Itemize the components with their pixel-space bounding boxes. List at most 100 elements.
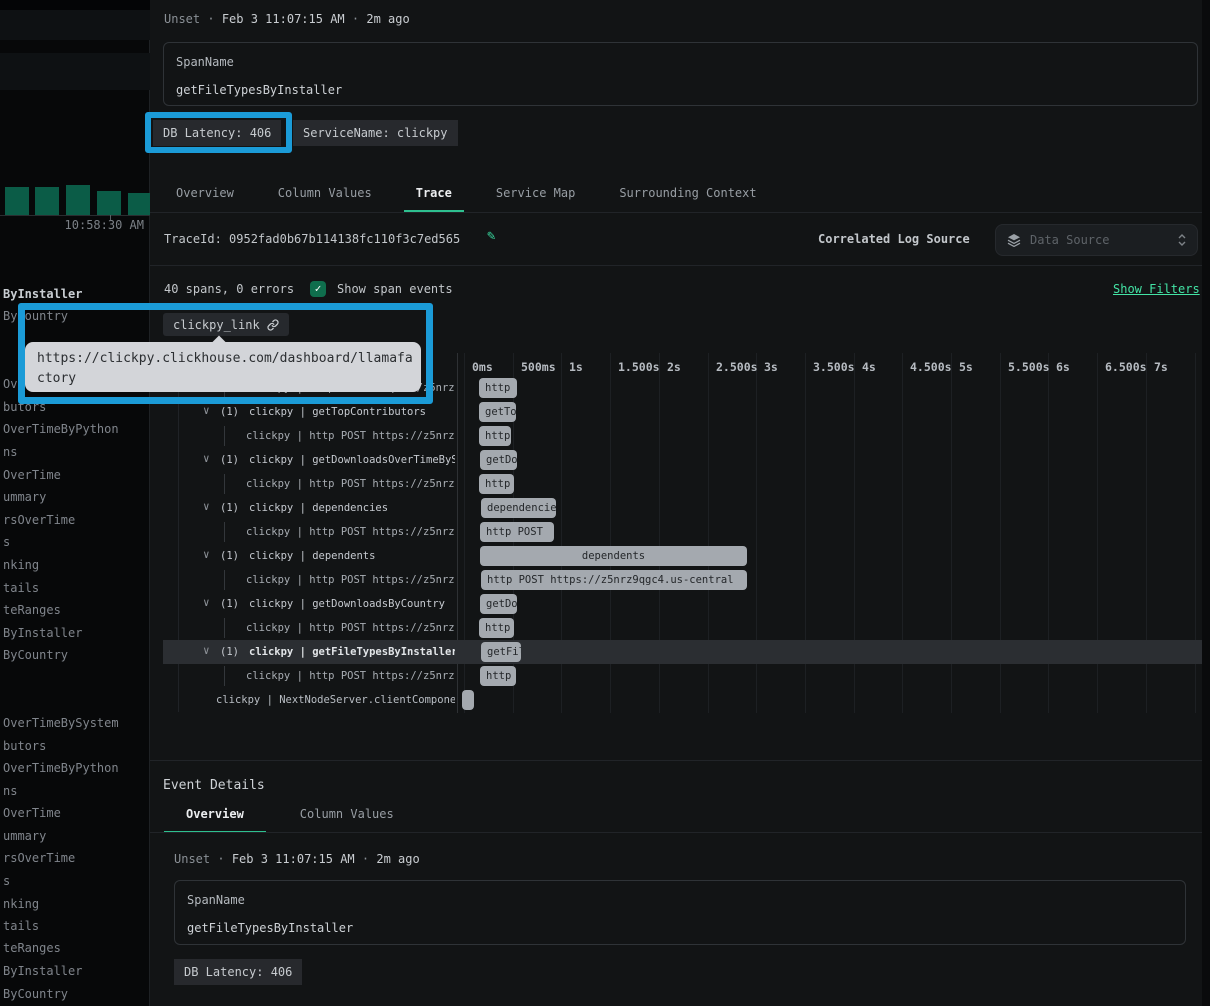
span-row[interactable]: clickpy | NextNodeServer.clientCompone: [150, 688, 1202, 712]
span-label[interactable]: clickpy | http POST https://z5nrz9qgc4.u…: [246, 664, 455, 688]
event-time: Feb 3 11:07:15 AM: [222, 12, 345, 26]
service-name-badge[interactable]: ServiceName: clickpy: [293, 120, 458, 146]
sidebar-item[interactable]: teRanges: [3, 603, 61, 617]
span-label[interactable]: clickpy | dependencies: [249, 496, 455, 520]
span-row[interactable]: clickpy | http POST https://z5nrz9qgc4.u…: [150, 568, 1202, 592]
clickpy-link-chip[interactable]: clickpy_link: [163, 313, 289, 336]
span-label[interactable]: clickpy | getTopContributors: [249, 400, 455, 424]
chevron-down-icon[interactable]: ∨: [203, 548, 210, 561]
span-duration-bar[interactable]: dependencies: [481, 498, 556, 518]
span-label[interactable]: clickpy | dependents: [249, 544, 455, 568]
sidebar-item[interactable]: ByInstaller: [3, 626, 82, 640]
db-latency-badge[interactable]: DB Latency: 406: [153, 120, 281, 146]
span-row[interactable]: clickpy | http POST https://z5nrz9qgc4.u…: [150, 472, 1202, 496]
tab-column-values[interactable]: Column Values: [266, 178, 384, 212]
chevron-down-icon[interactable]: ∨: [203, 596, 210, 609]
show-filters-link[interactable]: Show Filters: [1113, 282, 1200, 296]
span-row[interactable]: ∨(1)clickpy | getFileTypesByInstallerget…: [150, 640, 1202, 664]
show-span-events-checkbox[interactable]: ✓: [310, 281, 326, 297]
sidebar-item[interactable]: nking: [3, 897, 39, 911]
sidebar-item[interactable]: OverTimeByPython: [3, 761, 119, 775]
span-duration-bar[interactable]: dependents: [480, 546, 747, 566]
sidebar-item[interactable]: ByCountry: [3, 648, 68, 662]
chevron-down-icon[interactable]: ∨: [203, 452, 210, 465]
span-row[interactable]: clickpy | http POST https://z5nrz9qgc4.u…: [150, 520, 1202, 544]
sidebar-item[interactable]: ummary: [3, 490, 46, 504]
span-duration-bar[interactable]: http POST https://z5nrz9qgc4.us-central: [481, 570, 747, 590]
sidebar-item[interactable]: rsOverTime: [3, 513, 75, 527]
tab-surrounding-context[interactable]: Surrounding Context: [607, 178, 768, 212]
sidebar-row[interactable]: [0, 10, 150, 40]
span-duration-bar[interactable]: http: [479, 378, 517, 398]
chevron-down-icon[interactable]: ∨: [203, 500, 210, 513]
sidebar: 10:58:30 AM ByInstallerByCountryOvebutor…: [0, 0, 150, 1006]
span-row[interactable]: clickpy | http POST https://z5nrz9qgc4.u…: [150, 664, 1202, 688]
tab-overview[interactable]: Overview: [164, 178, 246, 212]
sidebar-row[interactable]: [0, 53, 150, 90]
span-row[interactable]: clickpy | http POST https://z5nrz9qgc4.u…: [150, 616, 1202, 640]
sidebar-item[interactable]: s: [3, 535, 10, 549]
span-label[interactable]: clickpy | http POST https://z5nrz9qgc4.u…: [246, 616, 455, 640]
span-row[interactable]: ∨(1)clickpy | dependenciesdependencies: [150, 496, 1202, 520]
sidebar-item[interactable]: tails: [3, 581, 39, 595]
span-duration-bar[interactable]: getDownloads: [480, 594, 517, 614]
sidebar-item[interactable]: OverTimeBySystem: [3, 716, 119, 730]
span-label[interactable]: clickpy | http POST https://z5nrz9qgc4.u…: [246, 424, 455, 448]
span-name-card: SpanName getFileTypesByInstaller: [163, 42, 1198, 106]
sidebar-item[interactable]: nking: [3, 558, 39, 572]
sidebar-item[interactable]: ByInstaller: [3, 964, 82, 978]
sidebar-item[interactable]: Ove: [3, 377, 25, 391]
span-row[interactable]: ∨(1)clickpy | getTopContributorsgetTopCo…: [150, 400, 1202, 424]
span-duration-bar[interactable]: getTopContributors: [479, 402, 516, 422]
sidebar-item[interactable]: ns: [3, 784, 17, 798]
sidebar-item[interactable]: OverTimeByPython: [3, 422, 119, 436]
span-label[interactable]: clickpy | http POST https://z5nrz9qgc4.u…: [246, 472, 455, 496]
tab-trace[interactable]: Trace: [404, 178, 464, 212]
sidebar-item[interactable]: OverTime: [3, 468, 61, 482]
sidebar-item[interactable]: OverTime: [3, 806, 61, 820]
span-label[interactable]: clickpy | getDownloadsByCountry: [249, 592, 455, 616]
sidebar-item[interactable]: ByInstaller: [3, 287, 82, 301]
span-duration-bar[interactable]: http: [479, 426, 511, 446]
sidebar-item[interactable]: s: [3, 874, 10, 888]
chevron-down-icon[interactable]: ∨: [203, 644, 210, 657]
span-row[interactable]: ∨(1)clickpy | getDownloadsOverTimeBySyst…: [150, 448, 1202, 472]
event-ago: 2m ago: [366, 12, 409, 26]
span-label[interactable]: clickpy | getDownloadsOverTimeBySystem: [249, 448, 455, 472]
sidebar-item[interactable]: teRanges: [3, 941, 61, 955]
sidebar-item[interactable]: ByCountry: [3, 987, 68, 1001]
span-row[interactable]: ∨(1)clickpy | dependentsdependents: [150, 544, 1202, 568]
data-source-select[interactable]: Data Source: [995, 224, 1198, 256]
span-label[interactable]: clickpy | NextNodeServer.clientCompone: [216, 688, 455, 712]
show-span-events-label[interactable]: Show span events: [337, 282, 453, 296]
sidebar-item[interactable]: ummary: [3, 829, 46, 843]
details-tab-column-values[interactable]: Column Values: [278, 799, 416, 833]
sidebar-item[interactable]: tails: [3, 919, 39, 933]
span-label[interactable]: clickpy | http POST https://z5nrz9qgc4.u…: [246, 520, 455, 544]
db-latency-badge-details[interactable]: DB Latency: 406: [174, 959, 302, 985]
span-duration-bar[interactable]: http POST: [480, 522, 554, 542]
axis-tick-label: 500ms: [521, 360, 556, 374]
sidebar-item[interactable]: ns: [3, 445, 17, 459]
details-tab-overview[interactable]: Overview: [164, 799, 266, 833]
span-label[interactable]: clickpy | getFileTypesByInstaller: [249, 640, 455, 664]
tree-connector: [224, 474, 225, 494]
chevron-down-icon[interactable]: ∨: [203, 404, 210, 417]
span-duration-bar[interactable]: getDownloads: [480, 450, 517, 470]
sidebar-item[interactable]: ByCountry: [3, 309, 68, 323]
tab-service-map[interactable]: Service Map: [484, 178, 587, 212]
span-duration-bar[interactable]: http: [480, 666, 516, 686]
sidebar-item[interactable]: butors: [3, 400, 46, 414]
span-duration-bar[interactable]: getFileTypes: [481, 642, 521, 662]
span-duration-bar[interactable]: [462, 690, 474, 710]
span-label[interactable]: clickpy | http POST https://z5nrz9qgc4.u…: [246, 568, 455, 592]
span-row[interactable]: ∨(1)clickpy | getDownloadsByCountrygetDo…: [150, 592, 1202, 616]
edit-pencil-icon[interactable]: ✎: [487, 228, 495, 244]
span-row[interactable]: clickpy | http POST https://z5nrz9qgc4.u…: [150, 424, 1202, 448]
span-duration-bar[interactable]: http: [479, 474, 514, 494]
url-tooltip: https://clickpy.clickhouse.com/dashboard…: [25, 342, 421, 392]
sidebar-item[interactable]: butors: [3, 739, 46, 753]
meta-separator: ·: [217, 852, 224, 866]
sidebar-item[interactable]: rsOverTime: [3, 851, 75, 865]
span-duration-bar[interactable]: http: [479, 618, 514, 638]
